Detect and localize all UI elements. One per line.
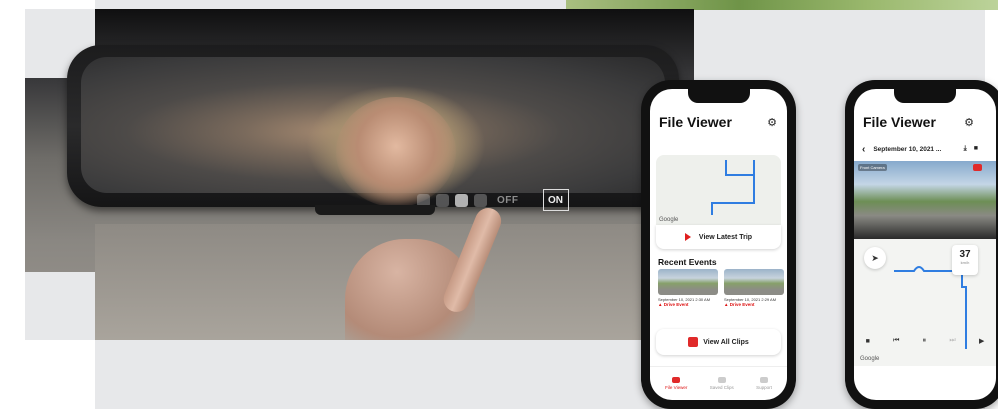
previous-icon[interactable]: ⏮ [893, 337, 899, 345]
tab-saved-clips[interactable]: Saved Clips [710, 377, 734, 390]
route-map[interactable]: ➤ 37 km/h ■ ⏮ ⏸ ⏭ ▶ Google [854, 239, 996, 366]
event-clip[interactable]: September 10, 2021 2:29 AM ▲ Drive Event [724, 269, 784, 307]
gear-icon[interactable]: ⚙ [964, 116, 974, 129]
event-badge [973, 164, 982, 171]
mirror-glass: OFF ON [81, 57, 665, 211]
clip-date-label: September 10, 2021 ... [873, 145, 942, 153]
camera-icon [455, 193, 468, 207]
clip-nav-row: ‹ September 10, 2021 ... ⤓ ■ [862, 143, 988, 155]
car-icon [672, 377, 681, 383]
video-icon[interactable]: ▶ [979, 337, 984, 345]
mirror-photo: OFF ON [25, 9, 694, 340]
mirror-base [315, 205, 435, 215]
phone-screen: File Viewer ⚙ Google View Latest Trip Re… [650, 89, 787, 400]
google-attribution: Google [860, 356, 880, 362]
phone-right: File Viewer ⚙ ‹ September 10, 2021 ... ⤓… [845, 80, 998, 409]
tab-bar: File Viewer Saved Clips Support [650, 366, 787, 400]
clip-event: ▲ Drive Event [658, 302, 689, 307]
trash-icon[interactable]: ■ [974, 145, 978, 153]
trip-map[interactable]: Google [656, 155, 781, 225]
download-icon[interactable]: ⤓ [964, 145, 967, 153]
play-icon [684, 233, 691, 241]
back-icon[interactable]: ‹ [862, 144, 865, 155]
clip-thumbnail [724, 269, 784, 295]
view-all-clips-label: View All Clips [703, 338, 749, 346]
mode-icon [436, 193, 449, 207]
speed-readout: 37 km/h [952, 245, 978, 275]
phone-screen: File Viewer ⚙ ‹ September 10, 2021 ... ⤓… [854, 89, 996, 400]
view-latest-trip-label: View Latest Trip [698, 233, 753, 241]
tab-file-viewer[interactable]: File Viewer [665, 377, 687, 390]
clip-event: ▲ Drive Event [724, 302, 755, 307]
clock-icon [717, 377, 726, 383]
on-button: ON [542, 189, 569, 211]
speed-unit: km/h [960, 260, 970, 265]
event-clip[interactable]: September 10, 2021 2:30 AM ▲ Drive Event [658, 269, 718, 307]
globe-icon [474, 193, 487, 207]
off-label: OFF [497, 194, 519, 206]
playback-controls: ■ ⏮ ⏸ ⏭ ▶ [854, 332, 996, 350]
view-latest-trip-button[interactable]: View Latest Trip [656, 225, 781, 249]
google-attribution: Google [659, 217, 679, 223]
phone-left: File Viewer ⚙ Google View Latest Trip Re… [641, 80, 796, 409]
speed-value: 37 [959, 249, 971, 260]
support-icon [759, 377, 768, 383]
next-icon[interactable]: ⏭ [949, 337, 955, 345]
video-player[interactable]: Front Camera [854, 161, 996, 239]
rear-view-mirror: OFF ON [67, 45, 679, 211]
camera-tag: Front Camera [858, 164, 887, 171]
pause-icon[interactable]: ⏸ [923, 337, 927, 345]
clips-icon [688, 337, 699, 347]
camera-switch-icon[interactable]: ■ [866, 338, 870, 345]
tab-support[interactable]: Support [756, 377, 772, 390]
clip-thumbnail [658, 269, 718, 295]
marketing-composite: OFF ON File Viewer ⚙ Google View Latest … [0, 0, 998, 409]
page-title: File Viewer [659, 114, 732, 130]
view-all-clips-button[interactable]: View All Clips [656, 329, 781, 355]
gear-icon[interactable]: ⚙ [767, 116, 777, 129]
recent-events-title: Recent Events [658, 257, 717, 267]
page-title: File Viewer [863, 114, 936, 130]
route-line [711, 160, 755, 215]
